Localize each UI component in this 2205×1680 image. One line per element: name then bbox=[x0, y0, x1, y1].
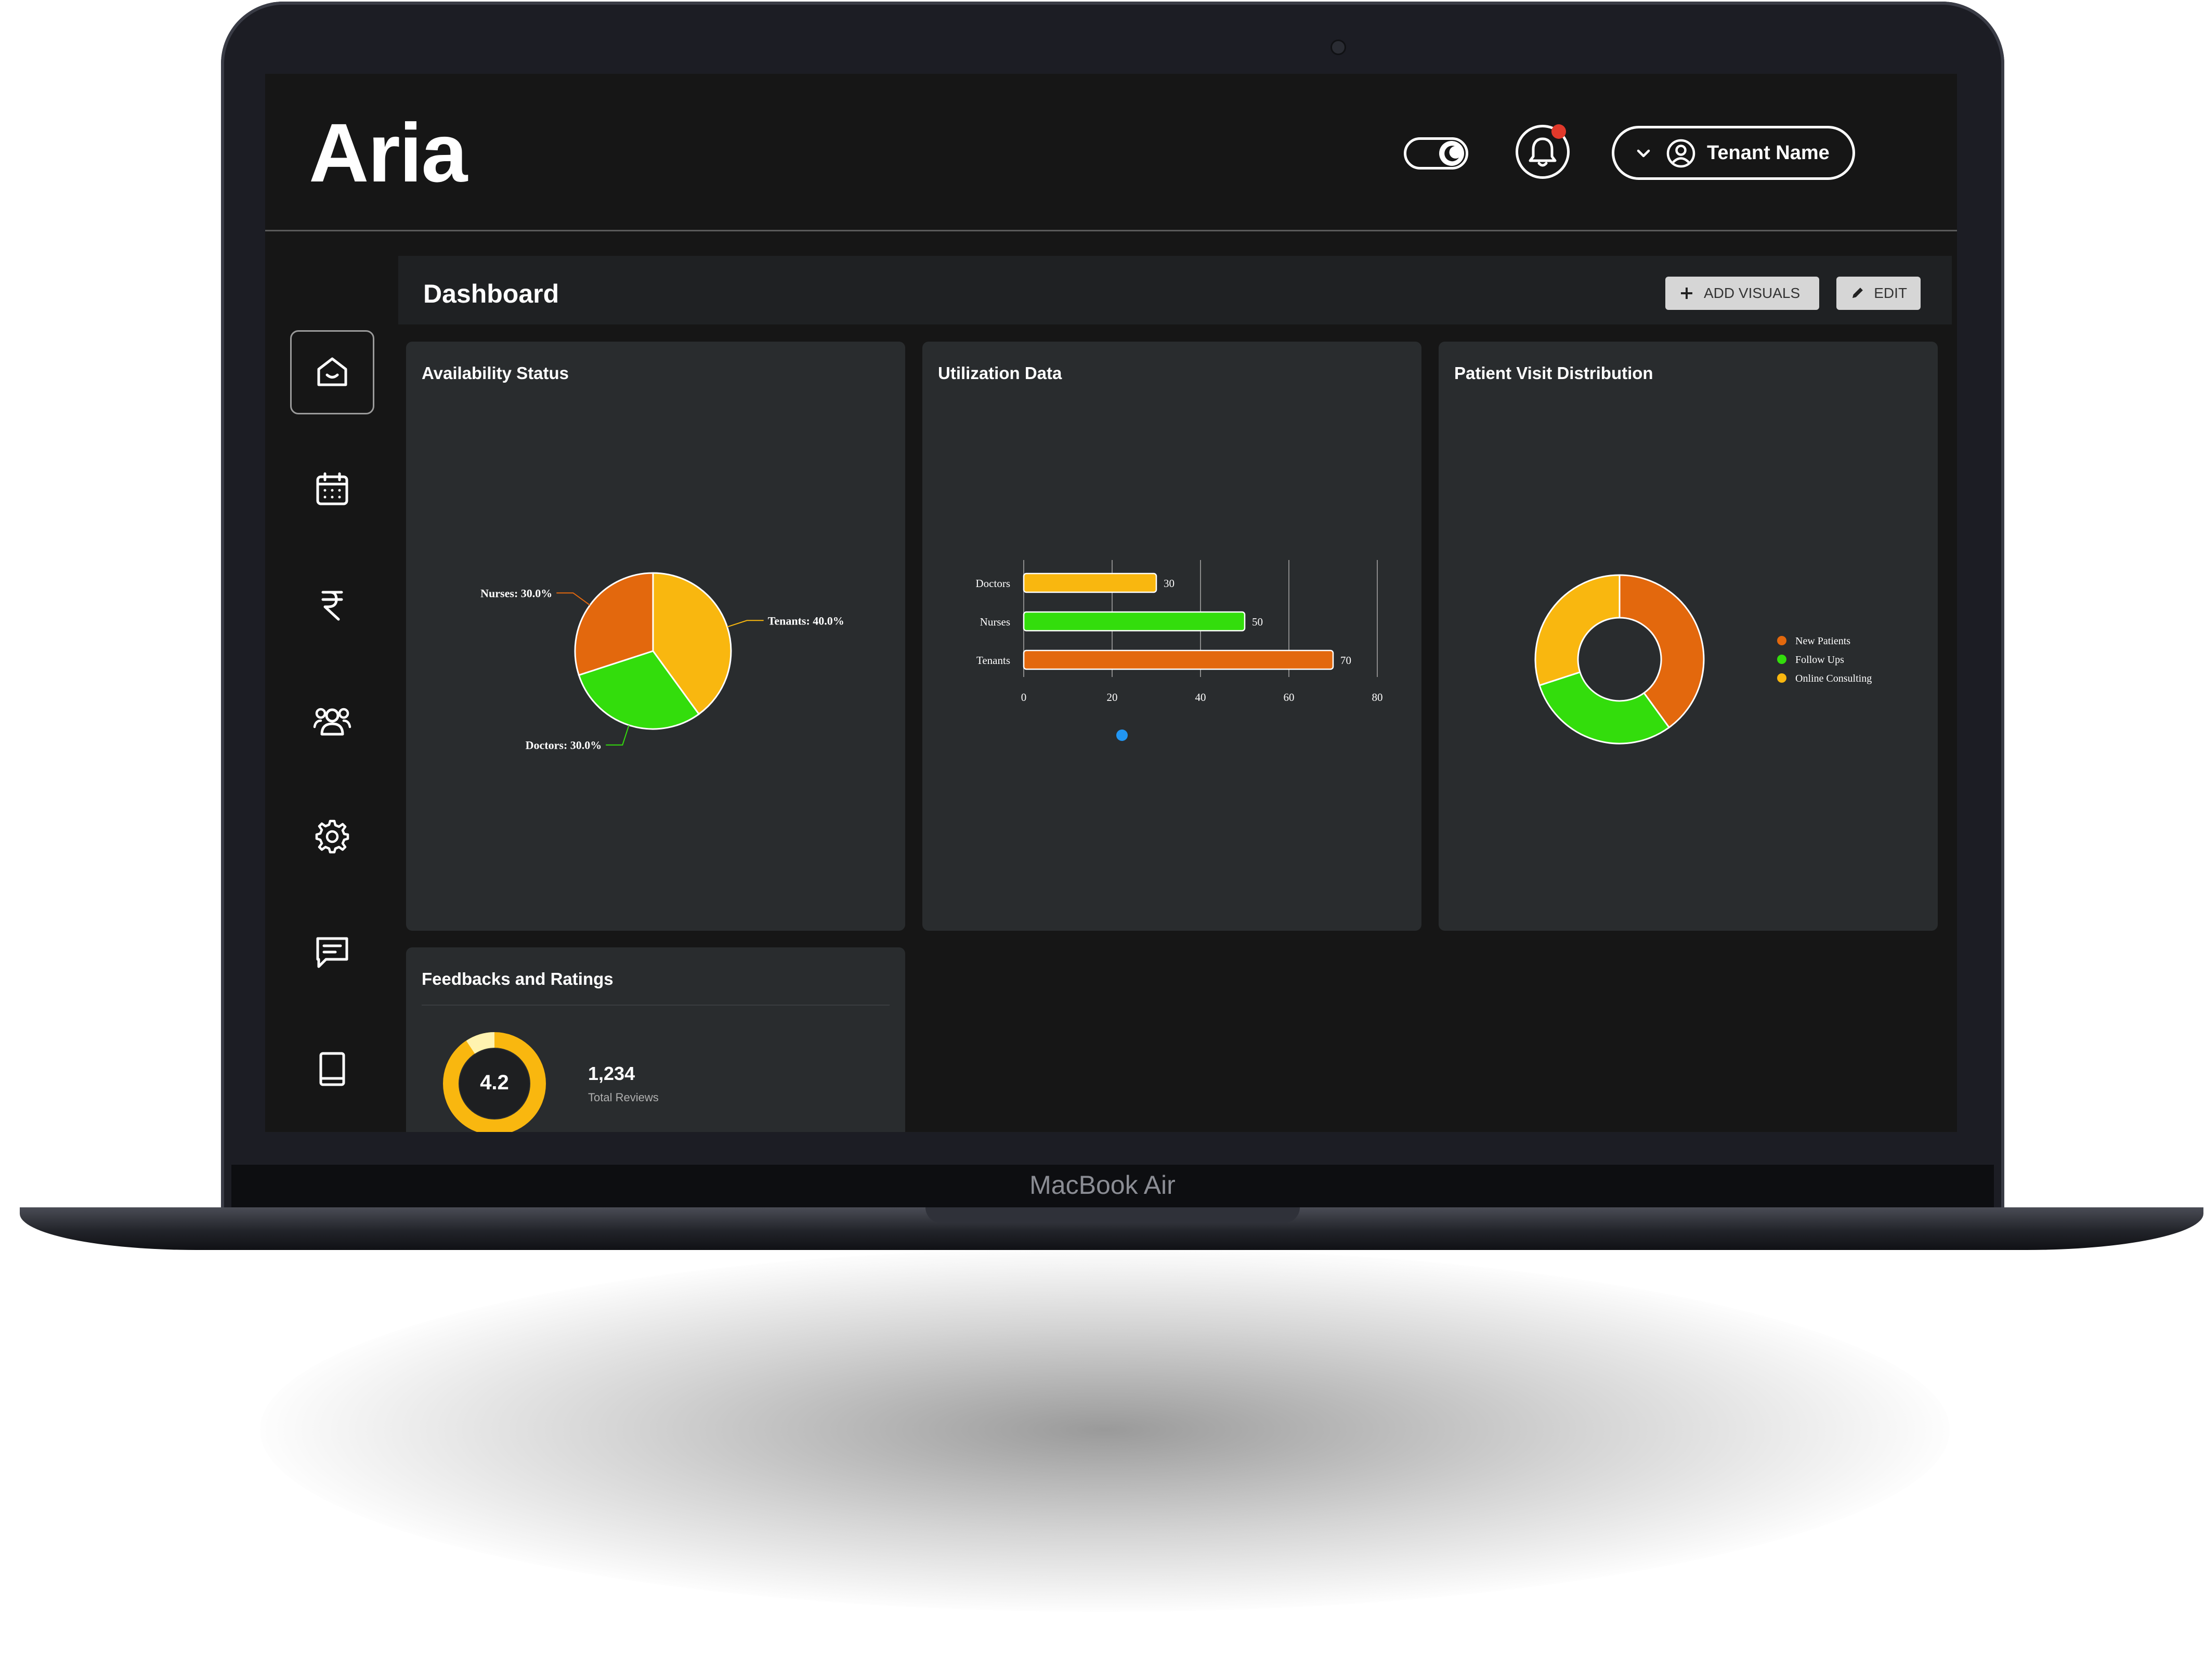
pie-leader-line bbox=[606, 725, 630, 746]
legend-label: Online Consulting bbox=[1795, 673, 1872, 684]
dashboard-header: Dashboard ADD VISUALS EDIT bbox=[398, 256, 1952, 324]
add-visuals-label: ADD VISUALS bbox=[1704, 285, 1800, 301]
x-tick-label: 60 bbox=[1284, 691, 1295, 704]
moon-icon bbox=[1439, 141, 1464, 166]
feedback-card: Feedbacks and Ratings 4.2 1,234 Total Re… bbox=[406, 947, 905, 1132]
patient-visit-card: Patient Visit Distribution New Patients F… bbox=[1439, 342, 1938, 931]
add-visuals-button[interactable]: ADD VISUALS bbox=[1665, 277, 1819, 310]
x-tick-label: 80 bbox=[1372, 691, 1383, 704]
legend-label: Follow Ups bbox=[1795, 654, 1844, 666]
rating-value: 4.2 bbox=[480, 1071, 509, 1094]
x-tick-label: 20 bbox=[1107, 691, 1118, 704]
sidebar-item-messages[interactable] bbox=[290, 910, 374, 994]
legend-marker bbox=[1116, 730, 1128, 741]
data-label: 30 bbox=[1164, 577, 1175, 590]
donut-slice bbox=[1538, 671, 1671, 745]
rupee-icon bbox=[321, 591, 343, 621]
total-reviews-count: 1,234 bbox=[588, 1063, 635, 1084]
edit-label: EDIT bbox=[1874, 285, 1907, 301]
legend-label: New Patients bbox=[1795, 635, 1850, 647]
divider bbox=[422, 1005, 890, 1006]
book-icon bbox=[319, 1052, 345, 1086]
card-title: Feedbacks and Ratings bbox=[422, 969, 614, 988]
laptop-notch bbox=[925, 1207, 1300, 1223]
donut-slice bbox=[1534, 574, 1621, 686]
app-logo: Aria bbox=[309, 106, 467, 199]
page-title: Dashboard bbox=[423, 279, 559, 308]
user-name: Tenant Name bbox=[1707, 142, 1830, 164]
bar bbox=[1023, 649, 1334, 670]
camera-icon bbox=[1330, 40, 1346, 55]
sidebar-item-settings[interactable] bbox=[290, 795, 374, 879]
edit-button[interactable]: EDIT bbox=[1836, 277, 1921, 310]
sidebar-item-home[interactable] bbox=[290, 330, 374, 414]
user-avatar-icon bbox=[1666, 139, 1695, 168]
sidebar-item-calendar[interactable] bbox=[290, 447, 374, 531]
availability-card: Availability Status Tenants: 40.0% Doctor… bbox=[406, 342, 905, 931]
data-label: 70 bbox=[1340, 654, 1351, 667]
notifications-button[interactable] bbox=[1516, 124, 1570, 179]
user-menu[interactable]: Tenant Name bbox=[1612, 126, 1855, 180]
legend-marker bbox=[1777, 655, 1786, 664]
top-bar: Aria Tenant Name bbox=[265, 74, 1957, 231]
legend-marker bbox=[1777, 673, 1786, 683]
sidebar-item-docs[interactable] bbox=[290, 1027, 374, 1111]
app-screen: Aria Tenant Name Dashboard ADD VISUALS E… bbox=[265, 74, 1957, 1132]
home-icon bbox=[317, 357, 347, 386]
data-label: 50 bbox=[1252, 616, 1263, 628]
total-reviews-label: Total Reviews bbox=[588, 1091, 659, 1104]
sidebar-item-users[interactable] bbox=[290, 679, 374, 763]
bar bbox=[1023, 611, 1246, 632]
bar bbox=[1023, 572, 1157, 593]
theme-toggle[interactable] bbox=[1404, 137, 1468, 170]
laptop-shadow bbox=[260, 1248, 1950, 1612]
notification-badge bbox=[1551, 124, 1566, 139]
pie-slice-label: Doctors: 30.0% bbox=[526, 739, 602, 752]
availability-pie-chart: Tenants: 40.0% Doctors: 30.0% Nurses: 30.0… bbox=[480, 572, 844, 752]
utilization-bar-chart: 0 20 40 60 80 Doctors 30 Nurses 50 Tenants 70 bbox=[976, 560, 1383, 741]
patient-visit-donut-chart: New Patients Follow Ups Online Consulting bbox=[1534, 574, 1872, 745]
chevron-down-icon bbox=[1637, 149, 1650, 158]
y-tick-label: Nurses bbox=[980, 616, 1010, 628]
x-tick-label: 0 bbox=[1021, 691, 1027, 704]
message-icon bbox=[316, 937, 348, 968]
users-icon bbox=[313, 708, 351, 736]
sidebar bbox=[265, 231, 395, 1132]
pencil-icon bbox=[1852, 288, 1863, 298]
pie-slice-label: Tenants: 40.0% bbox=[768, 614, 844, 627]
gear-icon bbox=[315, 819, 349, 854]
utilization-card: Utilization Data 0 20 40 60 80 Doctors 30 Nurse… bbox=[922, 342, 1421, 931]
dashboard-main: Dashboard ADD VISUALS EDIT Availability … bbox=[398, 256, 1957, 1132]
calendar-icon bbox=[316, 472, 348, 505]
y-tick-label: Doctors bbox=[976, 577, 1011, 590]
pie-leader-line bbox=[556, 592, 591, 606]
legend-marker bbox=[1777, 636, 1786, 645]
pie-slice-label: Nurses: 30.0% bbox=[480, 587, 552, 600]
pie-leader-line bbox=[727, 620, 764, 628]
sidebar-item-billing[interactable] bbox=[290, 563, 374, 647]
plus-icon bbox=[1681, 288, 1692, 299]
x-tick-label: 40 bbox=[1195, 691, 1206, 704]
y-tick-label: Tenants bbox=[976, 654, 1010, 667]
laptop-model-label: MacBook Air bbox=[1029, 1170, 1176, 1200]
